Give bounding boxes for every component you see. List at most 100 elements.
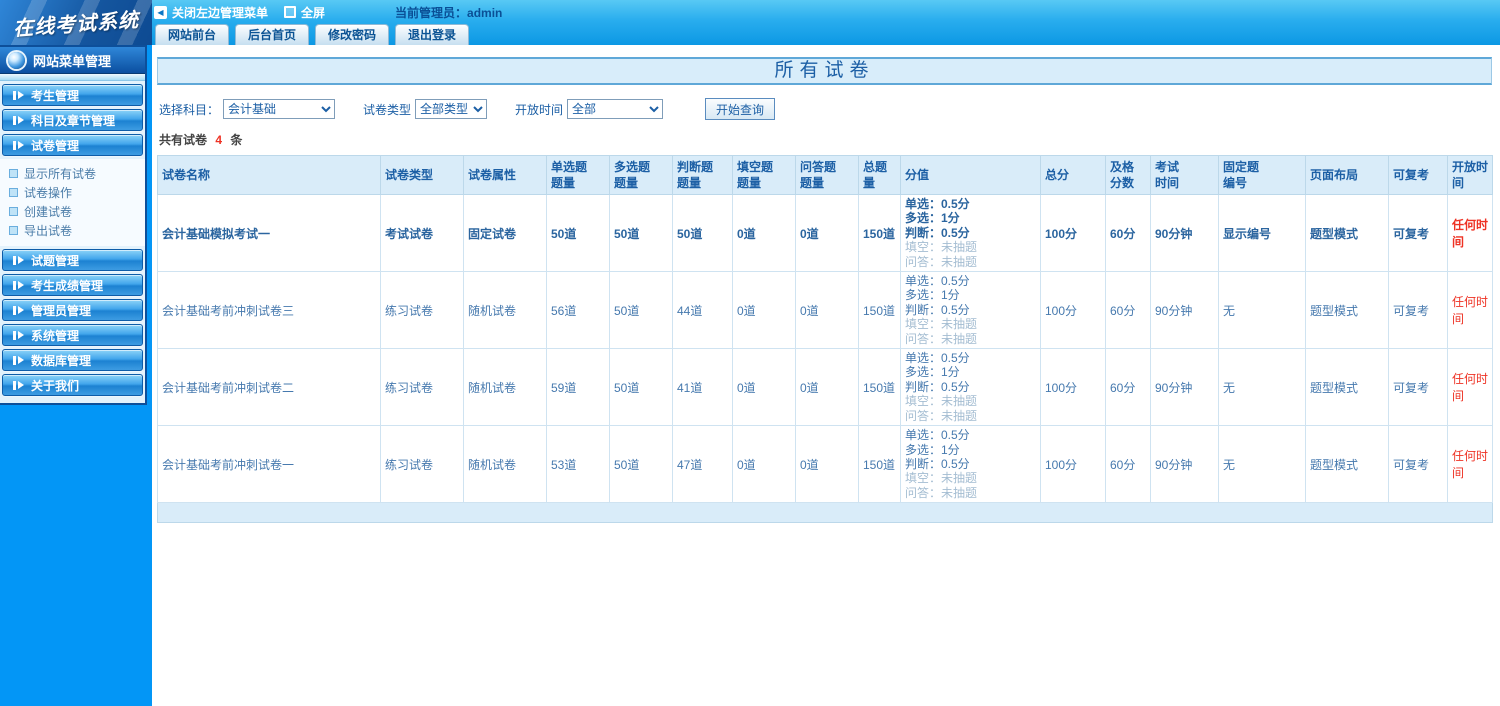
tab-admin-home[interactable]: 后台首页 (235, 24, 310, 45)
cell-pass_score: 60分 (1105, 271, 1151, 350)
papers-table-body: 会计基础模拟考试一 考试试卷 固定试卷 50道 50道 50道 0道 0道 150道 单选：0.5… (157, 193, 1493, 504)
score-line: 单选：0.5分 (905, 197, 970, 211)
cell-type: 练习试卷 (380, 271, 464, 350)
cell-total: 150道 (858, 271, 901, 350)
play-bar-icon (13, 140, 24, 150)
sidebar-subitem-export-paper[interactable]: 导出试卷 (9, 221, 145, 240)
sidebar-subitem-create-paper[interactable]: 创建试卷 (9, 202, 145, 221)
play-bar-icon (13, 115, 24, 125)
collapse-menu-label: 关闭左边管理菜单 (172, 5, 269, 20)
cell-pass_score: 60分 (1105, 425, 1151, 504)
sidebar-item-admin-management[interactable]: 管理员管理 (2, 299, 143, 321)
sidebar-item-label: 试卷管理 (31, 138, 80, 153)
cell-retake: 可复考 (1388, 271, 1448, 350)
cell-blank: 0道 (732, 271, 796, 350)
cell-layout: 题型模式 (1305, 271, 1389, 350)
play-bar-icon (13, 90, 24, 100)
cell-attr: 随机试卷 (463, 425, 547, 504)
col-judge: 判断题 题量 (672, 155, 733, 195)
cell-single: 53道 (546, 425, 610, 504)
sidebar-item-database-management[interactable]: 数据库管理 (2, 349, 143, 371)
cell-blank: 0道 (732, 348, 796, 427)
open-time-select[interactable]: 全部 (567, 99, 664, 119)
square-bullet-icon (9, 226, 18, 235)
cell-total_score: 100分 (1040, 193, 1106, 273)
score-line: 问答：未抽题 (905, 408, 978, 423)
cell-qa: 0道 (795, 271, 859, 350)
fullscreen-icon (284, 6, 297, 18)
subject-select[interactable]: 会计基础 (223, 99, 336, 119)
sidebar-item-label: 关于我们 (31, 378, 80, 393)
cell-duration: 90分钟 (1150, 271, 1219, 350)
cell-total: 150道 (858, 425, 901, 504)
sidebar-item-paper-management[interactable]: 试卷管理 (2, 134, 143, 156)
tab-logout[interactable]: 退出登录 (395, 24, 470, 45)
sidebar-item-score-management[interactable]: 考生成绩管理 (2, 274, 143, 296)
paper-type-filter-label: 试卷类型 (363, 102, 412, 117)
tab-site-front[interactable]: 网站前台 (155, 24, 230, 45)
cell-total: 150道 (858, 348, 901, 427)
sidebar-subitem-show-all-papers[interactable]: 显示所有试卷 (9, 164, 145, 183)
cell-open_time: 任何时间 (1447, 271, 1493, 350)
cell-multi: 50道 (609, 348, 673, 427)
score-line: 多选：1分 (905, 365, 960, 380)
sidebar-item-system-management[interactable]: 系统管理 (2, 324, 143, 346)
sidebar-item-label: 系统管理 (31, 328, 80, 343)
square-bullet-icon (9, 169, 18, 178)
papers-table-header-row: 试卷名称 试卷类型 试卷属性 单选题 题量 多选题 题量 判断题 题量 填空题 题量 问答题 … (157, 155, 1493, 195)
col-total: 总题量 (858, 155, 901, 195)
cell-fixed_no: 无 (1218, 271, 1306, 350)
cell-type: 练习试卷 (380, 425, 464, 504)
cell-layout: 题型模式 (1305, 425, 1389, 504)
col-fixed_no: 固定题 编号 (1218, 155, 1306, 195)
sidebar-divider (0, 74, 145, 81)
cell-qa: 0道 (795, 348, 859, 427)
cell-open_time: 任何时间 (1447, 425, 1493, 504)
sidebar-subitem-label: 创建试卷 (24, 205, 73, 219)
col-duration: 考试 时间 (1150, 155, 1219, 195)
sidebar-menu-panel: 网站菜单管理 考生管理 科目及章节管理 试卷管理 显示所有试卷 试卷操作 创建试卷 导出试卷… (0, 45, 147, 405)
sidebar-item-question-management[interactable]: 试题管理 (2, 249, 143, 271)
query-button[interactable]: 开始查询 (705, 98, 776, 120)
col-open_time: 开放时间 (1447, 155, 1493, 195)
collapse-menu-button[interactable]: ◀ 关闭左边管理菜单 (154, 4, 268, 21)
sidebar-subitem-paper-operations[interactable]: 试卷操作 (9, 183, 145, 202)
table-row-paper-2: 会计基础考前冲刺试卷三 练习试卷 随机试卷 56道 50道 44道 0道 0道 150道 单选：0… (157, 271, 1493, 350)
cell-layout: 题型模式 (1305, 348, 1389, 427)
score-line: 单选：0.5分 (905, 351, 970, 366)
sidebar-menu: 考生管理科目及章节管理试卷管理显示所有试卷 试卷操作创建试卷导出试卷试题管理考生成… (0, 84, 145, 396)
cell-single: 50道 (546, 193, 610, 273)
cell-pass_score: 60分 (1105, 193, 1151, 273)
sidebar-item-subject-chapter-management[interactable]: 科目及章节管理 (2, 109, 143, 131)
page-title: 所有试卷 (157, 57, 1492, 85)
sidebar-item-about-us[interactable]: 关于我们 (2, 374, 143, 396)
sidebar: 在线考试系统 网站菜单管理 考生管理 科目及章节管理 试卷管理 显示所有试卷 试卷操作创… (0, 0, 152, 706)
col-single: 单选题 题量 (546, 155, 610, 195)
cell-total_score: 100分 (1040, 271, 1106, 350)
tab-change-password[interactable]: 修改密码 (315, 24, 390, 45)
score-line: 多选：1分 (905, 288, 960, 303)
sidebar-item-candidate-management[interactable]: 考生管理 (2, 84, 143, 106)
score-line: 填空：未抽题 (905, 317, 978, 332)
top-strip: ◀ 关闭左边管理菜单 全屏 当前管理员：admin (152, 0, 1500, 24)
col-blank: 填空题 题量 (732, 155, 796, 195)
fullscreen-button[interactable]: 全屏 (284, 4, 325, 21)
cell-retake: 可复考 (1388, 425, 1448, 504)
cell-duration: 90分钟 (1150, 193, 1219, 273)
score-line: 问答：未抽题 (905, 485, 978, 500)
cell-attr: 随机试卷 (463, 348, 547, 427)
cell-name: 会计基础考前冲刺试卷二 (157, 348, 381, 427)
cell-layout: 题型模式 (1305, 193, 1389, 273)
col-attr: 试卷属性 (463, 155, 547, 195)
col-name: 试卷名称 (157, 155, 381, 195)
cell-blank: 0道 (732, 193, 796, 273)
cell-fixed_no: 无 (1218, 348, 1306, 427)
cell-retake: 可复考 (1388, 348, 1448, 427)
cell-multi: 50道 (609, 425, 673, 504)
table-row-paper-1: 会计基础模拟考试一 考试试卷 固定试卷 50道 50道 50道 0道 0道 150道 单选：0.5… (157, 193, 1493, 273)
score-line: 问答：未抽题 (905, 254, 978, 269)
paper-type-select[interactable]: 全部类型 (415, 99, 488, 119)
papers-count-line: 共有试卷 4 条 (159, 131, 1492, 148)
score-line: 多选：1分 (905, 442, 960, 457)
cell-single: 59道 (546, 348, 610, 427)
